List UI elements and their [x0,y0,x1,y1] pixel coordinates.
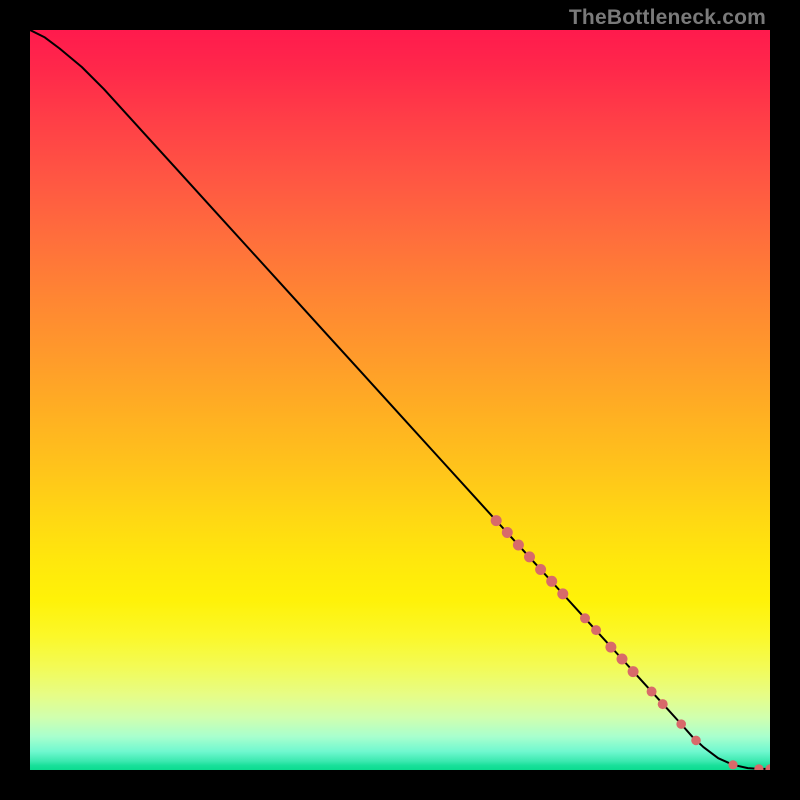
data-marker [591,625,601,635]
data-marker [524,551,535,562]
data-marker [513,540,524,551]
data-marker [546,576,557,587]
data-marker [765,764,770,770]
data-marker [580,613,590,623]
chart-svg [30,30,770,770]
data-marker [617,654,628,665]
data-marker [676,719,686,729]
data-marker [728,760,737,769]
curve-line [30,30,770,769]
data-marker [658,699,668,709]
data-marker [647,687,657,697]
data-marker [557,588,568,599]
data-marker [502,527,513,538]
watermark-text: TheBottleneck.com [569,6,766,30]
data-marker [491,515,502,526]
data-marker [535,564,546,575]
data-marker [754,764,763,770]
data-marker [605,642,616,653]
data-marker [628,666,639,677]
data-marker [691,736,701,746]
plot-area [30,30,770,770]
chart-frame: TheBottleneck.com [0,0,800,800]
